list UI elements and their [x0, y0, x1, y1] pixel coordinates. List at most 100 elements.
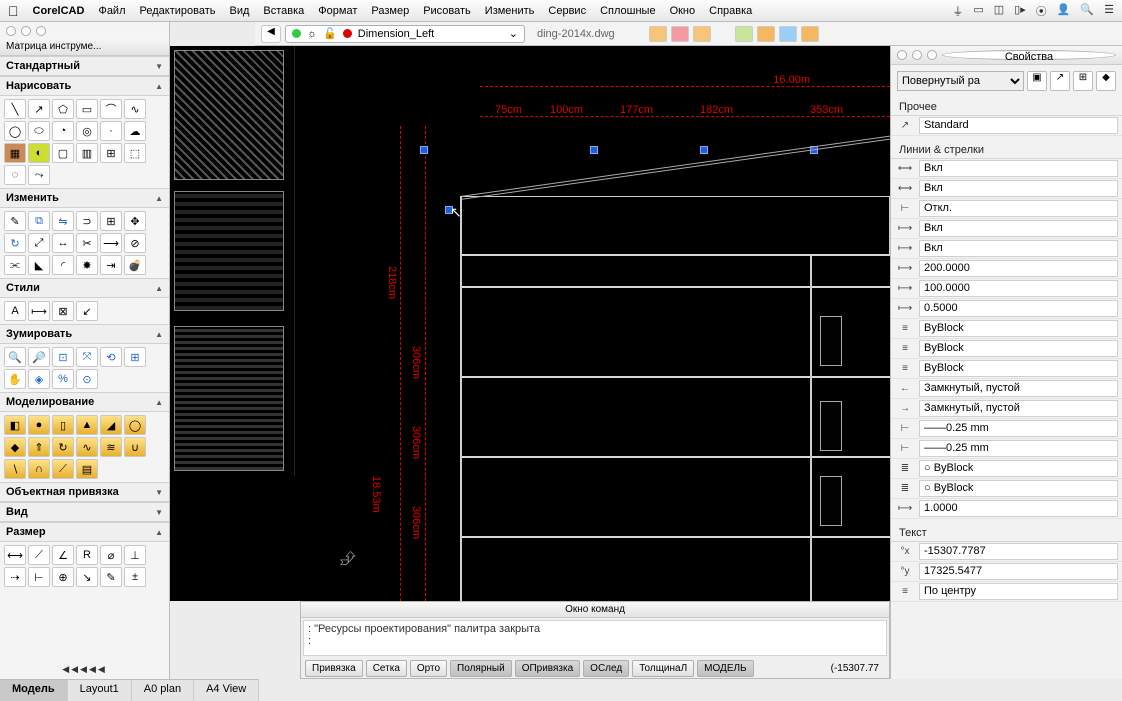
prop-row-value[interactable]: ○ ByBlock: [919, 460, 1118, 477]
join-tool[interactable]: ⫘: [4, 255, 26, 275]
zoomextents-tool[interactable]: ⤧: [76, 347, 98, 367]
box-tool[interactable]: ◧: [4, 415, 26, 435]
prop-min-dot[interactable]: [912, 50, 922, 60]
dimradius-tool[interactable]: R: [76, 545, 98, 565]
notification-icon[interactable]: ☰: [1104, 3, 1114, 19]
torus-tool[interactable]: ◯: [124, 415, 146, 435]
panel-nav-arrows[interactable]: ◀◀◀◀◀: [0, 664, 169, 675]
section-standard[interactable]: Стандартный▼: [0, 56, 169, 76]
wipeout-tool[interactable]: ◌: [4, 165, 26, 185]
dimtol-tool[interactable]: ±: [124, 567, 146, 587]
user-icon[interactable]: 👤: [1057, 3, 1071, 19]
sweep-tool[interactable]: ∿: [76, 437, 98, 457]
prop-btn-1[interactable]: ▣: [1027, 71, 1047, 91]
section-osnap[interactable]: Объектная привязка▼: [0, 482, 169, 502]
dimedit-tool[interactable]: ✎: [100, 567, 122, 587]
prop-text-y[interactable]: 17325.5477: [919, 563, 1118, 580]
status-lweight[interactable]: ТолщинаЛ: [632, 660, 694, 677]
status-model[interactable]: МОДЕЛЬ: [697, 660, 753, 677]
explode-tool[interactable]: ✸: [76, 255, 98, 275]
section-dimension[interactable]: Размер▲: [0, 522, 169, 542]
prop-text-align[interactable]: По центру: [919, 583, 1118, 600]
table-tool[interactable]: ▥: [76, 143, 98, 163]
copy-tool[interactable]: ⧉: [28, 211, 50, 231]
stretch-tool[interactable]: ↔: [52, 233, 74, 253]
clock-icon[interactable]: ⦿: [1036, 3, 1047, 19]
scale-tool[interactable]: ⤢: [28, 233, 50, 253]
zoom-dot[interactable]: [36, 26, 46, 36]
ellipse-arc-tool[interactable]: ◔: [52, 121, 74, 141]
menu-modify[interactable]: Изменить: [485, 5, 535, 17]
layer-selector[interactable]: ☼ 🔓 Dimension_Left ⌄: [285, 25, 525, 43]
spotlight-icon[interactable]: 🔍: [1080, 3, 1094, 19]
view-btn-2[interactable]: [757, 26, 775, 42]
erase-tool[interactable]: ✎: [4, 211, 26, 231]
region-tool[interactable]: ▢: [52, 143, 74, 163]
status-ortho[interactable]: Орто: [410, 660, 447, 677]
grip-point[interactable]: [420, 146, 428, 154]
prop-btn-3[interactable]: ⊞: [1073, 71, 1093, 91]
menu-solids[interactable]: Сплошные: [600, 5, 655, 17]
section-modeling[interactable]: Моделирование▲: [0, 392, 169, 412]
align-tool[interactable]: ⇥: [100, 255, 122, 275]
section-draw[interactable]: Нарисовать▲: [0, 76, 169, 96]
revcloud-tool[interactable]: ☁: [124, 121, 146, 141]
union-tool[interactable]: ∪: [124, 437, 146, 457]
arc-tool[interactable]: ⌒: [100, 99, 122, 119]
donut-tool[interactable]: ◎: [76, 121, 98, 141]
apple-menu-icon[interactable]: : [8, 3, 19, 19]
zoomprevious-tool[interactable]: ⟲: [100, 347, 122, 367]
status-osnap[interactable]: ОПривязка: [515, 660, 580, 677]
prop-row-value[interactable]: ByBlock: [919, 360, 1118, 377]
mleaderstyle-tool[interactable]: ↙: [76, 301, 98, 321]
status-otrack[interactable]: ОСлед: [583, 660, 629, 677]
dimalign-tool[interactable]: ⟋: [28, 545, 50, 565]
prop-btn-4[interactable]: ◆: [1096, 71, 1116, 91]
dimlinear-tool[interactable]: ⟷: [4, 545, 26, 565]
slice-tool[interactable]: ⟋: [52, 459, 74, 479]
prop-close-dot[interactable]: [897, 50, 907, 60]
export-dxf-button[interactable]: [693, 26, 711, 42]
status-grid[interactable]: Сетка: [366, 660, 407, 677]
zoomdyn-tool[interactable]: ◈: [28, 369, 50, 389]
tab-a0plan[interactable]: A0 plan: [132, 680, 194, 701]
intersect-tool[interactable]: ∩: [28, 459, 50, 479]
prop-zoom-dot[interactable]: [927, 50, 937, 60]
min-dot[interactable]: [21, 26, 31, 36]
menu-file[interactable]: Файл: [98, 5, 125, 17]
mirror-tool[interactable]: ⇋: [52, 211, 74, 231]
prop-btn-2[interactable]: ↗: [1050, 71, 1070, 91]
drawing-canvas[interactable]: 16.00m 75cm 100cm 177cm 182cm 353cm 218c…: [170, 46, 890, 601]
tab-model[interactable]: Модель: [0, 680, 68, 701]
rectangle-tool[interactable]: ▭: [76, 99, 98, 119]
circle-tool[interactable]: ◯: [4, 121, 26, 141]
dimstyle-tool[interactable]: ⟼: [28, 301, 50, 321]
status-polar[interactable]: Полярный: [450, 660, 512, 677]
prop-row-value[interactable]: ByBlock: [919, 320, 1118, 337]
gradient-tool[interactable]: ◐: [28, 143, 50, 163]
ellipse-tool[interactable]: ⬭: [28, 121, 50, 141]
prop-row-value[interactable]: Вкл: [919, 180, 1118, 197]
zoomwindow-tool[interactable]: ⊡: [52, 347, 74, 367]
boundary-tool[interactable]: ⬚: [124, 143, 146, 163]
dimcont-tool[interactable]: ⇢: [4, 567, 26, 587]
prop-text-x[interactable]: -15307.7787: [919, 543, 1118, 560]
cylinder-tool[interactable]: ▯: [52, 415, 74, 435]
menu-view[interactable]: Вид: [230, 5, 250, 17]
offset-tool[interactable]: ⊃: [76, 211, 98, 231]
subtract-tool[interactable]: ∖: [4, 459, 26, 479]
grip-point[interactable]: [590, 146, 598, 154]
app-name[interactable]: CorelCAD: [33, 5, 85, 17]
zoomall-tool[interactable]: ⊞: [124, 347, 146, 367]
prop-row-value[interactable]: Вкл: [919, 160, 1118, 177]
prop-row-value[interactable]: Замкнутый, пустой: [919, 380, 1118, 397]
menu-insert[interactable]: Вставка: [263, 5, 304, 17]
ray-tool[interactable]: ⤳: [28, 165, 50, 185]
doc-back-button[interactable]: ◀: [261, 25, 281, 43]
point-tool[interactable]: ·: [100, 121, 122, 141]
dimdia-tool[interactable]: ⌀: [100, 545, 122, 565]
prop-row-value[interactable]: 200.0000: [919, 260, 1118, 277]
menu-help[interactable]: Справка: [709, 5, 752, 17]
move-tool[interactable]: ✥: [124, 211, 146, 231]
hatch-tool[interactable]: ▦: [4, 143, 26, 163]
